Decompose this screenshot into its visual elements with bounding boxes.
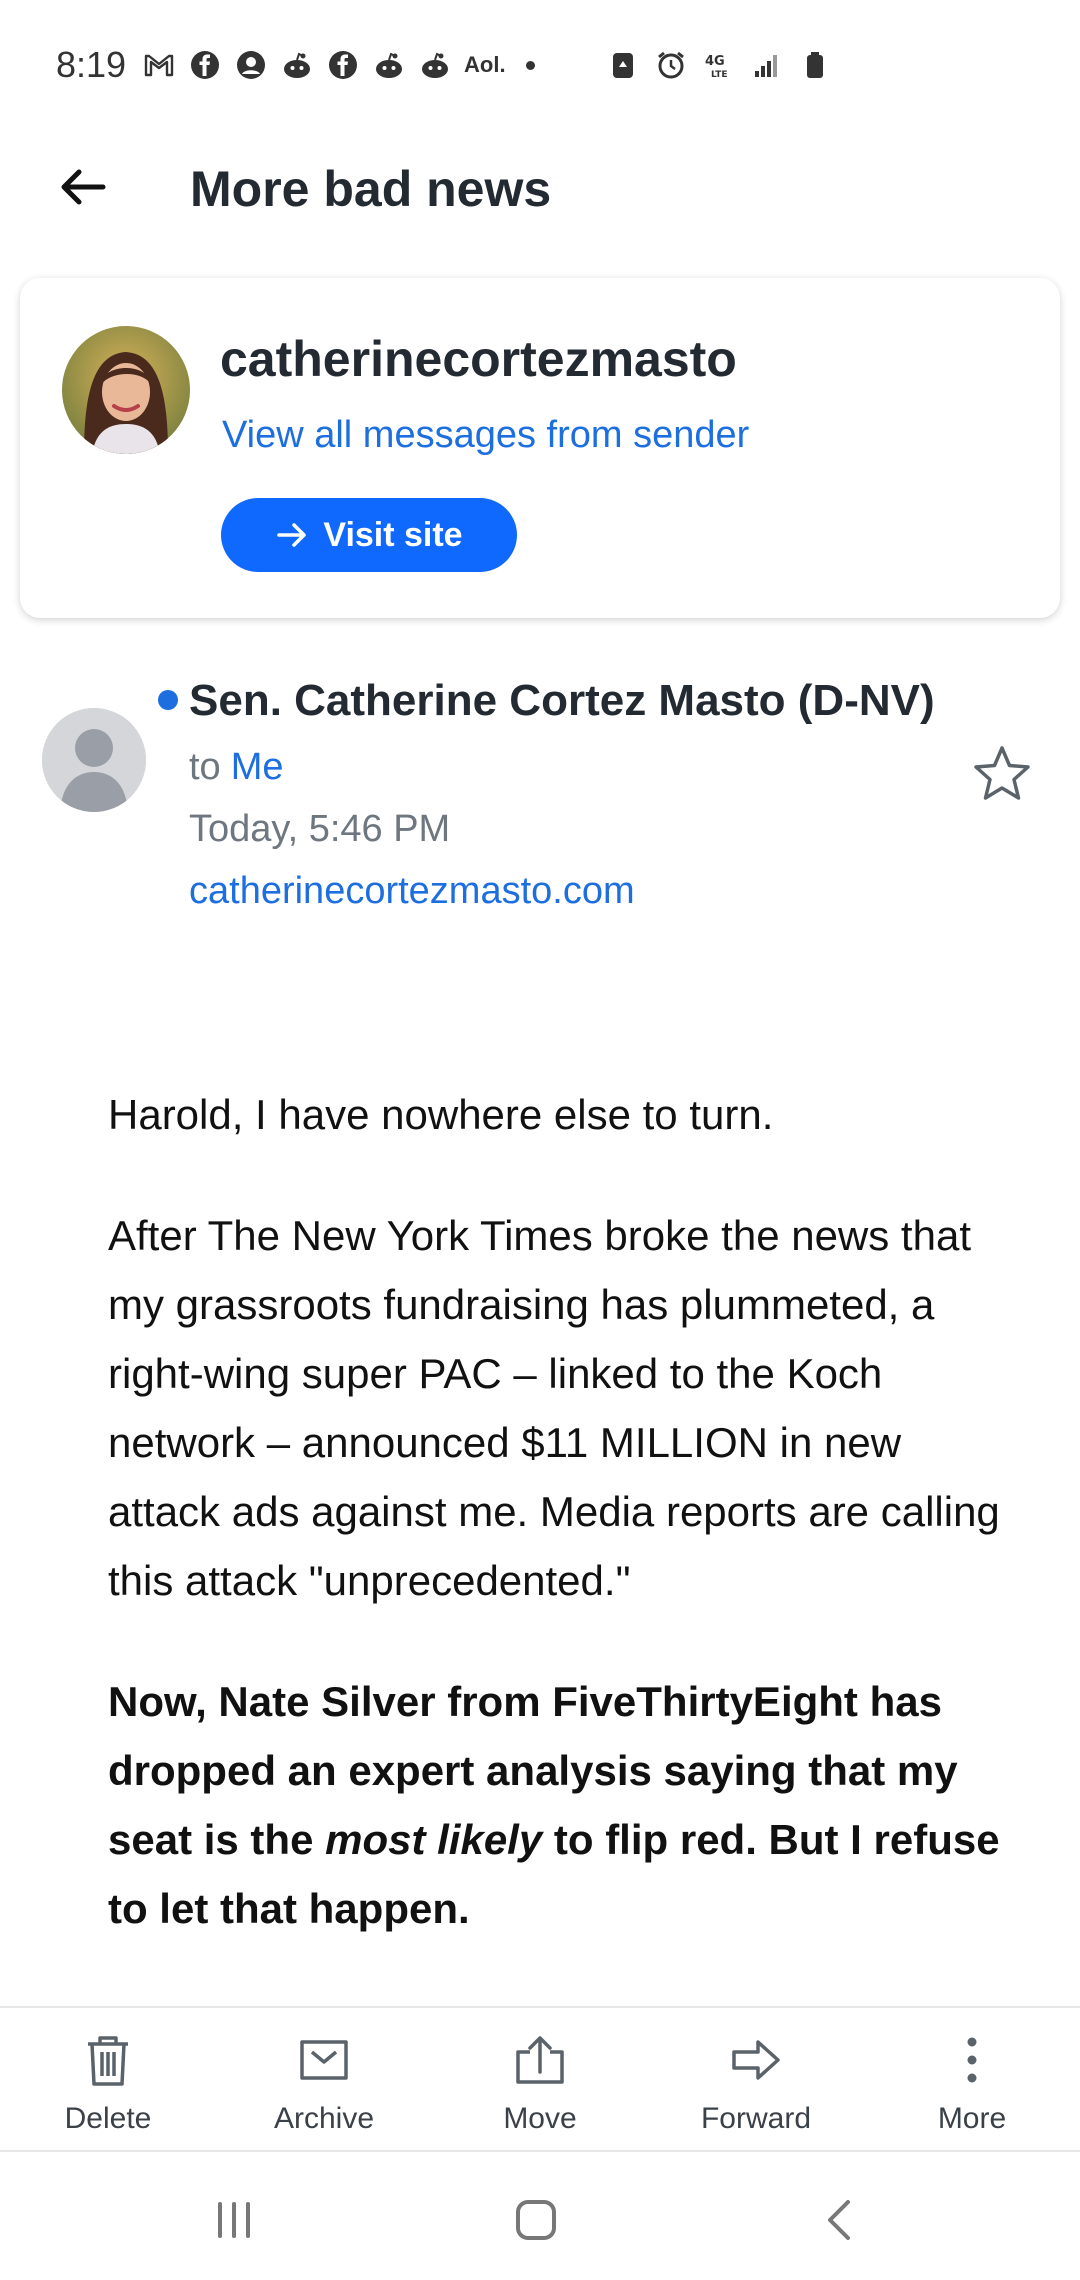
to-recipient[interactable]: Me	[231, 746, 284, 788]
trash-icon	[88, 2036, 128, 2086]
archive-button[interactable]: Archive	[216, 2008, 432, 2150]
home-button[interactable]	[506, 2190, 566, 2250]
body-paragraph-3: Now, Nate Silver from FiveThirtyEight ha…	[108, 1667, 1008, 1943]
forward-button[interactable]: Forward	[648, 2008, 864, 2150]
more-button[interactable]: More	[864, 2008, 1080, 2150]
archive-icon	[300, 2040, 348, 2080]
app-header: More bad news	[0, 130, 1080, 250]
forward-label: Forward	[700, 2102, 812, 2135]
dot-icon	[525, 60, 535, 70]
sender-card: catherinecortezmasto View all messages f…	[20, 278, 1060, 618]
archive-label: Archive	[273, 2102, 375, 2135]
move-button[interactable]: Move	[432, 2008, 648, 2150]
account-icon	[234, 48, 268, 82]
page-title: More bad news	[190, 161, 552, 217]
sender-domain-link[interactable]: catherinecortezmasto.com	[189, 870, 635, 913]
message-date: Today, 5:46 PM	[189, 808, 451, 850]
back-button[interactable]	[48, 152, 118, 222]
star-icon	[974, 746, 1030, 800]
reddit-icon	[418, 48, 452, 82]
body-paragraph-1: Harold, I have nowhere else to turn.	[108, 1091, 774, 1138]
message-toolbar: Delete Archive Move Forward More	[0, 2006, 1080, 2152]
gmail-icon	[142, 48, 176, 82]
facebook-icon	[188, 48, 222, 82]
forward-icon	[732, 2040, 780, 2080]
unread-indicator	[158, 690, 178, 710]
reddit-icon	[280, 48, 314, 82]
move-label: Move	[503, 2102, 577, 2135]
to-label: to	[189, 746, 221, 788]
chevron-left-icon	[828, 2200, 850, 2240]
4g-lte-icon: 4G LTE	[702, 48, 736, 82]
arrow-left-icon	[61, 169, 106, 205]
from-avatar	[42, 708, 146, 812]
battery-icon	[798, 48, 832, 82]
home-icon	[516, 2200, 556, 2240]
more-vertical-icon	[967, 2037, 977, 2083]
aol-icon: Aol.	[464, 52, 506, 77]
to-line: to Me	[189, 746, 284, 789]
view-all-messages-link[interactable]: View all messages from sender	[222, 414, 749, 457]
delete-label: Delete	[64, 2102, 152, 2135]
sender-avatar[interactable]	[62, 326, 190, 454]
status-time: 8:19	[56, 44, 127, 85]
facebook-icon	[326, 48, 360, 82]
svg-text:LTE: LTE	[711, 70, 728, 80]
recent-apps-button[interactable]	[204, 2190, 264, 2250]
status-bar: 8:19 Aol. 4G LTE	[0, 0, 1080, 130]
from-name: Sen. Catherine Cortez Masto (D-NV)	[189, 676, 935, 725]
visit-site-button[interactable]: Visit site	[221, 498, 517, 572]
move-icon	[516, 2036, 564, 2084]
body-paragraph-2: After The New York Times broke the news …	[108, 1212, 1000, 1604]
star-button[interactable]	[970, 742, 1042, 814]
email-body: Harold, I have nowhere else to turn. Aft…	[108, 1080, 1008, 2005]
sender-name: catherinecortezmasto	[220, 331, 737, 387]
more-label: More	[937, 2102, 1007, 2135]
system-nav-bar	[0, 2152, 1080, 2280]
status-icons-left: Aol.	[142, 48, 535, 82]
status-icons-right: 4G LTE	[606, 48, 832, 82]
arrow-right-icon	[277, 523, 307, 547]
svg-text:4G: 4G	[705, 54, 725, 69]
visit-site-label: Visit site	[323, 515, 463, 554]
body-paragraph-3-emphasis: most likely	[325, 1816, 543, 1863]
system-back-button[interactable]	[810, 2190, 870, 2250]
recent-apps-icon	[218, 2202, 250, 2238]
signal-icon	[750, 48, 784, 82]
recycle-icon	[606, 48, 640, 82]
delete-button[interactable]: Delete	[0, 2008, 216, 2150]
alarm-icon	[654, 48, 688, 82]
reddit-icon	[372, 48, 406, 82]
